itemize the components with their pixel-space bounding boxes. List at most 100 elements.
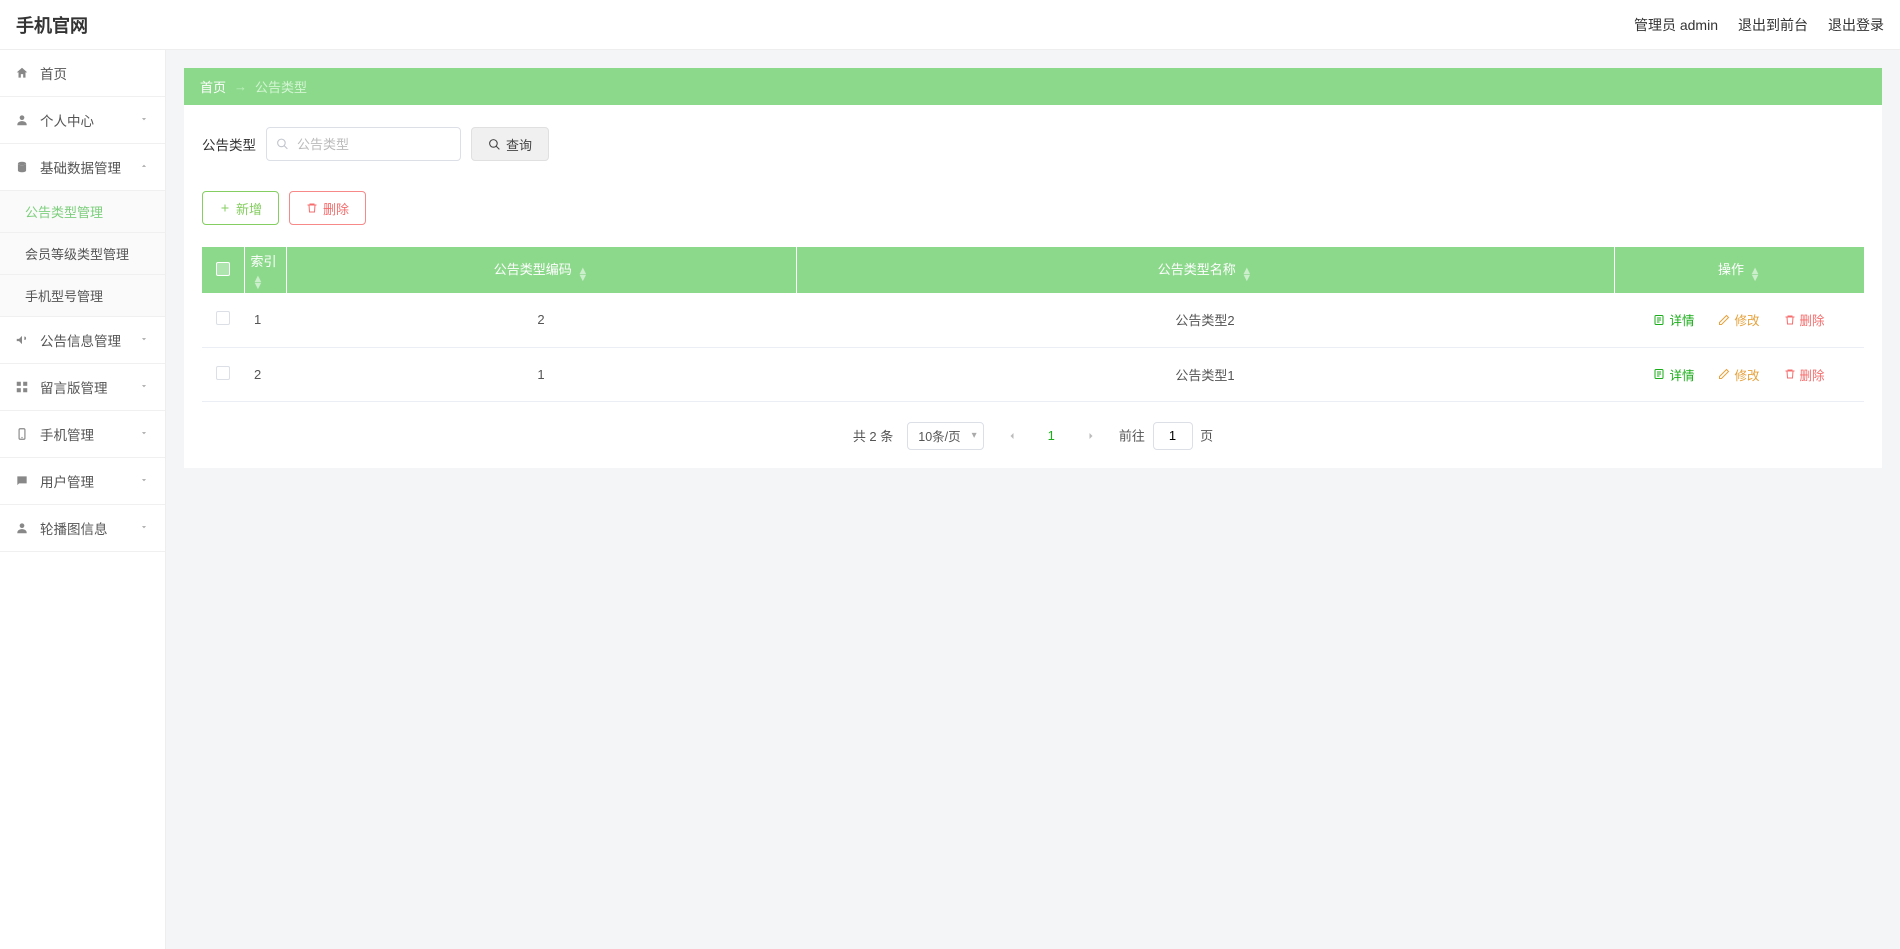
sidebar-home[interactable]: 首页 (0, 50, 165, 97)
breadcrumb-separator: → (234, 79, 247, 94)
cell-index: 2 (244, 347, 286, 401)
chevron-down-icon (139, 381, 151, 393)
database-icon (14, 159, 30, 175)
chat-icon (14, 473, 30, 489)
sidebar-item-message-board[interactable]: 留言版管理 (0, 364, 165, 411)
chevron-down-icon (139, 522, 151, 534)
sort-icon: ▲▼ (253, 276, 264, 289)
sort-icon: ▲▼ (1750, 268, 1761, 281)
breadcrumb-home[interactable]: 首页 (200, 77, 226, 96)
sidebar-item-label: 公告信息管理 (40, 330, 139, 350)
select-all-checkbox[interactable] (216, 262, 230, 276)
image-icon (14, 520, 30, 536)
row-detail-button[interactable]: 详情 (1653, 365, 1694, 384)
logo: 手机官网 (16, 12, 88, 38)
cell-code: 2 (286, 293, 796, 347)
logout-link[interactable]: 退出登录 (1828, 15, 1884, 35)
header-actions: 管理员 admin 退出到前台 退出登录 (1634, 15, 1884, 35)
add-button[interactable]: 新增 (202, 191, 279, 225)
search-input[interactable] (266, 127, 461, 161)
page-number[interactable]: 1 (1040, 428, 1063, 443)
cell-name: 公告类型2 (796, 293, 1614, 347)
data-table: 索引 ▲▼ 公告类型编码 ▲▼ 公告类型名称 ▲▼ 操作 (202, 247, 1864, 402)
trash-icon (1784, 368, 1796, 380)
edit-icon (1718, 314, 1730, 326)
chevron-down-icon (139, 475, 151, 487)
sidebar-item-label: 轮播图信息 (40, 518, 139, 538)
chevron-up-icon (139, 161, 151, 173)
sidebar-item-user-mgmt[interactable]: 用户管理 (0, 458, 165, 505)
chevron-down-icon (139, 114, 151, 126)
plus-icon (219, 202, 231, 214)
content-panel: 公告类型 查询 (184, 105, 1882, 468)
breadcrumb: 首页 → 公告类型 (184, 68, 1882, 105)
jump-page-input[interactable] (1153, 422, 1193, 450)
add-button-label: 新增 (236, 199, 262, 218)
row-delete-button[interactable]: 删除 (1784, 365, 1825, 384)
sidebar: 首页 个人中心 基础数据管理 公告类型管理 会员等级类型管理 (0, 50, 166, 949)
detail-icon (1653, 314, 1665, 326)
table-header-code[interactable]: 公告类型编码 ▲▼ (286, 247, 796, 293)
detail-icon (1653, 368, 1665, 380)
sidebar-item-carousel[interactable]: 轮播图信息 (0, 505, 165, 552)
exit-to-front-link[interactable]: 退出到前台 (1738, 15, 1808, 35)
sidebar-item-notice-info[interactable]: 公告信息管理 (0, 317, 165, 364)
sidebar-item-personal[interactable]: 个人中心 (0, 97, 165, 144)
row-checkbox[interactable] (216, 366, 230, 380)
home-icon (14, 65, 30, 81)
table-header-index[interactable]: 索引 ▲▼ (244, 247, 286, 293)
megaphone-icon (14, 332, 30, 348)
search-button[interactable]: 查询 (471, 127, 549, 161)
grid-icon (14, 379, 30, 395)
action-row: 新增 删除 (202, 191, 1864, 225)
page-size-select[interactable]: 10条/页 ▾ (907, 422, 983, 450)
sidebar-item-phone-mgmt[interactable]: 手机管理 (0, 411, 165, 458)
sidebar-item-label: 基础数据管理 (40, 157, 139, 177)
search-button-label: 查询 (506, 135, 532, 154)
edit-icon (1718, 368, 1730, 380)
next-page-button[interactable] (1077, 422, 1105, 450)
cell-name: 公告类型1 (796, 347, 1614, 401)
admin-label[interactable]: 管理员 admin (1634, 15, 1718, 35)
sort-icon: ▲▼ (577, 268, 588, 281)
sidebar-item-basedata[interactable]: 基础数据管理 (0, 144, 165, 191)
prev-page-button[interactable] (998, 422, 1026, 450)
sidebar-item-label: 个人中心 (40, 110, 139, 130)
sidebar-subitem-member-level[interactable]: 会员等级类型管理 (0, 233, 165, 275)
row-actions: 详情 修改 删除 (1614, 365, 1864, 384)
row-actions: 详情 修改 删除 (1614, 310, 1864, 329)
table-header-checkbox (202, 247, 244, 293)
search-icon (276, 138, 289, 151)
sidebar-subitem-phone-model[interactable]: 手机型号管理 (0, 275, 165, 317)
breadcrumb-current: 公告类型 (255, 77, 307, 96)
row-checkbox[interactable] (216, 311, 230, 325)
search-label: 公告类型 (202, 134, 256, 154)
row-edit-button[interactable]: 修改 (1718, 365, 1759, 384)
sidebar-item-label: 留言版管理 (40, 377, 139, 397)
chevron-down-icon (139, 428, 151, 440)
sidebar-subitem-notice-type[interactable]: 公告类型管理 (0, 191, 165, 233)
table-row: 1 2 公告类型2 详情 修改 (202, 293, 1864, 347)
table-header-name[interactable]: 公告类型名称 ▲▼ (796, 247, 1614, 293)
delete-button-label: 删除 (323, 199, 349, 218)
trash-icon (306, 202, 318, 214)
search-input-wrap (266, 127, 461, 161)
table-row: 2 1 公告类型1 详情 修改 (202, 347, 1864, 401)
top-header: 手机官网 管理员 admin 退出到前台 退出登录 (0, 0, 1900, 50)
row-delete-button[interactable]: 删除 (1784, 310, 1825, 329)
search-icon (488, 138, 501, 151)
table-header-ops[interactable]: 操作 ▲▼ (1614, 247, 1864, 293)
trash-icon (1784, 314, 1796, 326)
jump-group: 前往 页 (1119, 422, 1213, 450)
sidebar-item-label: 用户管理 (40, 471, 139, 491)
delete-button[interactable]: 删除 (289, 191, 366, 225)
chevron-down-icon (139, 334, 151, 346)
jump-prefix: 前往 (1119, 428, 1145, 443)
row-detail-button[interactable]: 详情 (1653, 310, 1694, 329)
row-edit-button[interactable]: 修改 (1718, 310, 1759, 329)
pagination-total: 共 2 条 (853, 426, 893, 445)
jump-suffix: 页 (1200, 428, 1213, 443)
sidebar-item-label: 手机管理 (40, 424, 139, 444)
cell-code: 1 (286, 347, 796, 401)
user-icon (14, 112, 30, 128)
